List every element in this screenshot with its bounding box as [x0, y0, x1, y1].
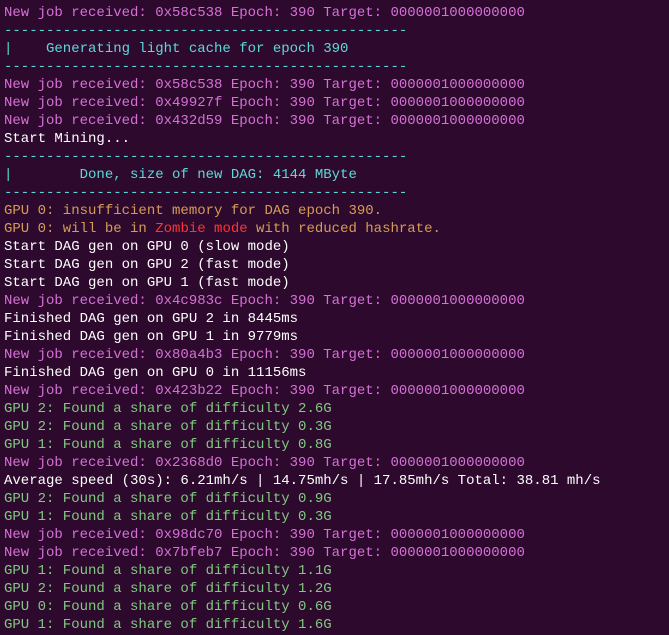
- terminal-output: New job received: 0x58c538 Epoch: 390 Ta…: [4, 4, 665, 634]
- log-text: GPU 1: Found a share of difficulty 1.6G: [4, 617, 332, 633]
- log-line: Finished DAG gen on GPU 1 in 9779ms: [4, 328, 665, 346]
- log-text: ----------------------------------------…: [4, 23, 407, 39]
- log-text: ----------------------------------------…: [4, 185, 407, 201]
- log-line: GPU 1: Found a share of difficulty 0.8G: [4, 436, 665, 454]
- log-text: New job received: 0x4c983c Epoch: 390 Ta…: [4, 293, 525, 309]
- log-line: New job received: 0x49927f Epoch: 390 Ta…: [4, 94, 665, 112]
- log-text: GPU 1: Found a share of difficulty 0.3G: [4, 509, 332, 525]
- log-text: GPU 2: Found a share of difficulty 2.6G: [4, 401, 332, 417]
- log-line: GPU 1: Found a share of difficulty 0.3G: [4, 508, 665, 526]
- log-line: New job received: 0x58c538 Epoch: 390 Ta…: [4, 4, 665, 22]
- log-line: | Generating light cache for epoch 390: [4, 40, 665, 58]
- log-line: GPU 2: Found a share of difficulty 0.9G: [4, 490, 665, 508]
- log-line: New job received: 0x58c538 Epoch: 390 Ta…: [4, 76, 665, 94]
- log-text: Start Mining...: [4, 131, 130, 147]
- log-line: New job received: 0x423b22 Epoch: 390 Ta…: [4, 382, 665, 400]
- log-line: ----------------------------------------…: [4, 58, 665, 76]
- log-line: Start DAG gen on GPU 1 (fast mode): [4, 274, 665, 292]
- log-line: GPU 1: Found a share of difficulty 1.1G: [4, 562, 665, 580]
- log-line: Finished DAG gen on GPU 0 in 11156ms: [4, 364, 665, 382]
- log-text: GPU 2: Found a share of difficulty 0.3G: [4, 419, 332, 435]
- log-text: ----------------------------------------…: [4, 149, 407, 165]
- log-text: Finished DAG gen on GPU 0 in 11156ms: [4, 365, 306, 381]
- log-text: ----------------------------------------…: [4, 59, 407, 75]
- log-line: New job received: 0x7bfeb7 Epoch: 390 Ta…: [4, 544, 665, 562]
- log-text: with reduced hashrate.: [248, 221, 441, 237]
- log-line: GPU 0: will be in Zombie mode with reduc…: [4, 220, 665, 238]
- log-text: New job received: 0x58c538 Epoch: 390 Ta…: [4, 77, 525, 93]
- log-text: New job received: 0x7bfeb7 Epoch: 390 Ta…: [4, 545, 525, 561]
- log-line: GPU 2: Found a share of difficulty 0.3G: [4, 418, 665, 436]
- log-text: Start DAG gen on GPU 0 (slow mode): [4, 239, 290, 255]
- log-text: | Generating light cache for epoch 390: [4, 41, 348, 57]
- log-line: GPU 1: Found a share of difficulty 1.6G: [4, 616, 665, 634]
- log-line: Start DAG gen on GPU 0 (slow mode): [4, 238, 665, 256]
- log-text: GPU 0: insufficient memory for DAG epoch…: [4, 203, 382, 219]
- log-line: New job received: 0x432d59 Epoch: 390 Ta…: [4, 112, 665, 130]
- log-line: New job received: 0x80a4b3 Epoch: 390 Ta…: [4, 346, 665, 364]
- log-text: GPU 2: Found a share of difficulty 0.9G: [4, 491, 332, 507]
- log-text: GPU 0: Found a share of difficulty 0.6G: [4, 599, 332, 615]
- log-line: New job received: 0x98dc70 Epoch: 390 Ta…: [4, 526, 665, 544]
- log-text: New job received: 0x49927f Epoch: 390 Ta…: [4, 95, 525, 111]
- log-text: Average speed (30s): 6.21mh/s | 14.75mh/…: [4, 473, 601, 489]
- log-line: ----------------------------------------…: [4, 148, 665, 166]
- log-text: | Done, size of new DAG: 4144 MByte: [4, 167, 357, 183]
- log-text: GPU 1: Found a share of difficulty 0.8G: [4, 437, 332, 453]
- log-line: GPU 2: Found a share of difficulty 2.6G: [4, 400, 665, 418]
- log-text: GPU 0: will be in: [4, 221, 155, 237]
- log-line: ----------------------------------------…: [4, 22, 665, 40]
- log-line: Start DAG gen on GPU 2 (fast mode): [4, 256, 665, 274]
- log-line: New job received: 0x2368d0 Epoch: 390 Ta…: [4, 454, 665, 472]
- log-text: New job received: 0x80a4b3 Epoch: 390 Ta…: [4, 347, 525, 363]
- log-line: Finished DAG gen on GPU 2 in 8445ms: [4, 310, 665, 328]
- log-line: | Done, size of new DAG: 4144 MByte: [4, 166, 665, 184]
- log-text: Finished DAG gen on GPU 2 in 8445ms: [4, 311, 298, 327]
- log-text: New job received: 0x423b22 Epoch: 390 Ta…: [4, 383, 525, 399]
- log-line: GPU 0: insufficient memory for DAG epoch…: [4, 202, 665, 220]
- log-line: GPU 0: Found a share of difficulty 0.6G: [4, 598, 665, 616]
- log-text: Start DAG gen on GPU 1 (fast mode): [4, 275, 290, 291]
- log-line: New job received: 0x4c983c Epoch: 390 Ta…: [4, 292, 665, 310]
- log-line: ----------------------------------------…: [4, 184, 665, 202]
- log-line: GPU 2: Found a share of difficulty 1.2G: [4, 580, 665, 598]
- log-text: GPU 1: Found a share of difficulty 1.1G: [4, 563, 332, 579]
- log-line: Average speed (30s): 6.21mh/s | 14.75mh/…: [4, 472, 665, 490]
- log-text: Zombie mode: [155, 221, 247, 237]
- log-text: New job received: 0x98dc70 Epoch: 390 Ta…: [4, 527, 525, 543]
- log-text: Finished DAG gen on GPU 1 in 9779ms: [4, 329, 298, 345]
- log-text: GPU 2: Found a share of difficulty 1.2G: [4, 581, 332, 597]
- log-line: Start Mining...: [4, 130, 665, 148]
- log-text: Start DAG gen on GPU 2 (fast mode): [4, 257, 290, 273]
- log-text: New job received: 0x58c538 Epoch: 390 Ta…: [4, 5, 525, 21]
- log-text: New job received: 0x2368d0 Epoch: 390 Ta…: [4, 455, 525, 471]
- log-text: New job received: 0x432d59 Epoch: 390 Ta…: [4, 113, 525, 129]
